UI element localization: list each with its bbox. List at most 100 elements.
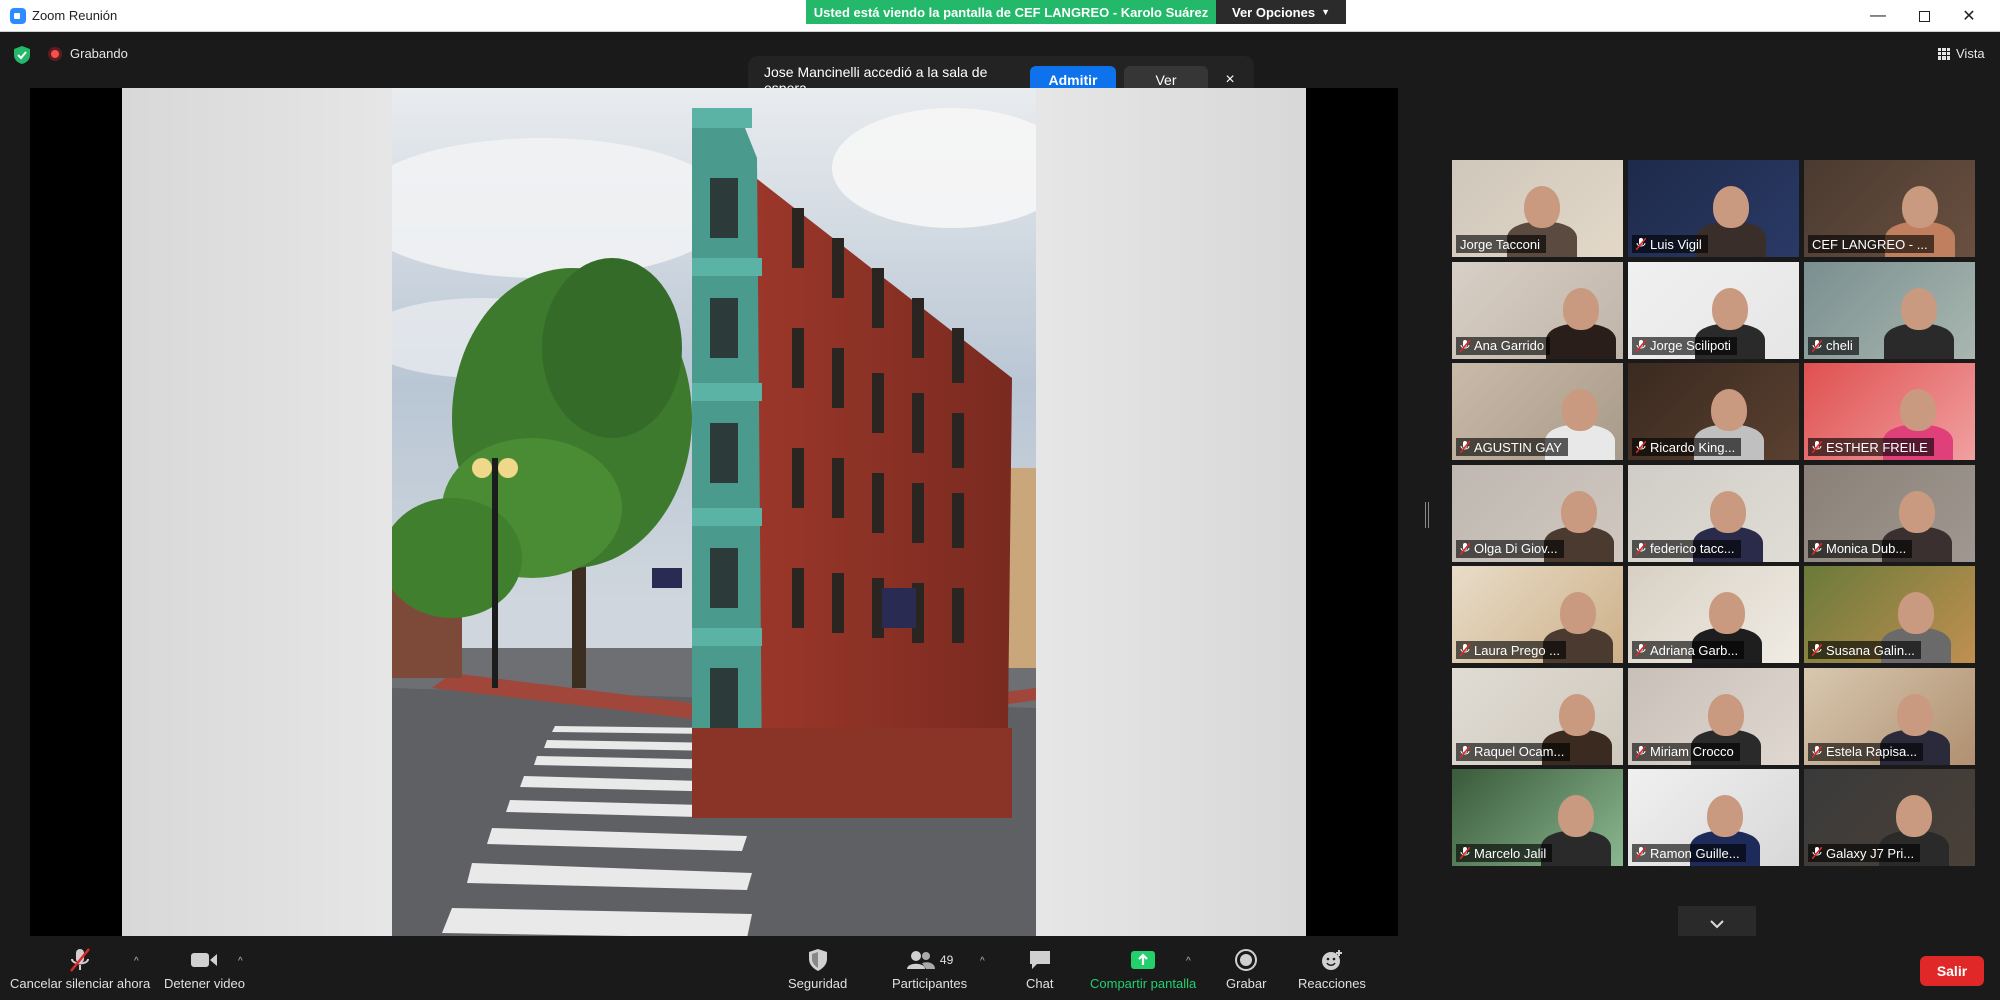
participant-face <box>1713 186 1749 228</box>
participant-face <box>1709 592 1745 634</box>
participant-face <box>1901 287 1937 330</box>
participant-name-label: Luis Vigil <box>1632 235 1708 253</box>
view-label: Vista <box>1956 46 1985 61</box>
microphone-off-icon <box>70 948 91 972</box>
participant-tile[interactable]: Miriam Crocco <box>1628 667 1799 765</box>
microphone-off-icon <box>1811 744 1823 759</box>
participant-face <box>1712 287 1748 330</box>
record-button[interactable]: Grabar <box>1226 946 1266 991</box>
microphone-off-icon <box>1635 643 1647 657</box>
participant-tile[interactable]: Galaxy J7 Pri... <box>1804 769 1975 866</box>
leave-button[interactable]: Salir <box>1920 956 1984 986</box>
participant-tile[interactable]: Adriana Garb... <box>1628 566 1799 663</box>
participant-tile[interactable]: Marcelo Jalil <box>1452 769 1623 866</box>
participant-tile[interactable]: Ramon Guille... <box>1628 769 1799 866</box>
microphone-off-icon <box>1635 744 1647 759</box>
participant-name: Susana Galin... <box>1826 642 1915 658</box>
participant-tile[interactable]: Estela Rapisa... <box>1804 667 1975 765</box>
participant-name-label: Ricardo King... <box>1632 438 1742 456</box>
minimize-icon[interactable]: — <box>1855 0 1901 32</box>
participant-face <box>1524 186 1560 228</box>
participant-tile[interactable]: Susana Galin... <box>1804 566 1975 663</box>
participant-tile[interactable]: AGUSTIN GAY <box>1452 363 1623 460</box>
microphone-off-icon <box>1635 541 1647 556</box>
chat-label: Chat <box>1026 976 1054 991</box>
participant-name-label: Monica Dub... <box>1808 539 1913 558</box>
participant-tile[interactable]: Jorge Tacconi <box>1452 160 1623 257</box>
recording-indicator[interactable]: Grabando <box>48 46 128 61</box>
participant-name: Jorge Tacconi <box>1460 236 1540 252</box>
participant-tile[interactable]: Ricardo King... <box>1628 363 1799 460</box>
shield-check-icon[interactable] <box>14 46 30 64</box>
participant-tile[interactable]: Laura Prego ... <box>1452 566 1623 663</box>
participants-count: 49 <box>939 953 954 967</box>
chevron-down-icon <box>1710 920 1724 929</box>
participant-tile[interactable]: Olga Di Giov... <box>1452 464 1623 562</box>
participant-name-label: Miriam Crocco <box>1632 742 1740 761</box>
share-screen-button[interactable]: Compartir pantalla <box>1090 946 1196 991</box>
participant-name-label: CEF LANGREO - ... <box>1808 235 1934 253</box>
participant-name: Laura Prego ... <box>1474 642 1560 658</box>
participant-tile[interactable]: Ana Garrido <box>1452 261 1623 359</box>
share-screen-label: Compartir pantalla <box>1090 976 1197 991</box>
unmute-button[interactable]: Cancelar silenciar ahora <box>10 946 150 991</box>
grid-icon <box>1938 47 1950 60</box>
participant-name-label: Jorge Scilipoti <box>1632 336 1737 355</box>
microphone-off-icon <box>1635 338 1647 353</box>
participant-face <box>1900 389 1936 431</box>
participant-tile[interactable]: Luis Vigil <box>1628 160 1799 257</box>
participant-name-label: Adriana Garb... <box>1632 641 1745 659</box>
participant-face <box>1558 795 1594 837</box>
participants-label: Participantes <box>892 976 968 991</box>
chat-button[interactable]: Chat <box>1026 946 1053 991</box>
participant-name: Adriana Garb... <box>1650 642 1739 658</box>
participant-name: ESTHER FREILE <box>1826 439 1928 455</box>
participant-name: CEF LANGREO - ... <box>1812 236 1928 252</box>
participant-name: Olga Di Giov... <box>1474 541 1558 556</box>
participant-name-label: cheli <box>1808 336 1859 355</box>
participant-tile[interactable]: Raquel Ocam... <box>1452 667 1623 765</box>
participant-tile[interactable]: Jorge Scilipoti <box>1628 261 1799 359</box>
emoji-smile-icon <box>1321 950 1342 970</box>
zoom-app-icon <box>10 8 26 24</box>
shared-slide <box>122 88 1306 940</box>
participant-name-label: ESTHER FREILE <box>1808 438 1934 456</box>
participant-tile[interactable]: cheli <box>1804 261 1975 359</box>
security-label: Seguridad <box>788 976 848 991</box>
participant-name-label: Ana Garrido <box>1456 336 1551 355</box>
photo-image <box>392 88 1036 940</box>
participant-tile[interactable]: federico tacc... <box>1628 464 1799 562</box>
participant-name: federico tacc... <box>1650 541 1735 556</box>
microphone-off-icon <box>1459 440 1471 454</box>
participant-name-label: Marcelo Jalil <box>1456 844 1553 862</box>
shield-icon <box>808 949 827 971</box>
maximize-icon[interactable] <box>1901 0 1947 32</box>
video-options-caret[interactable]: ^ <box>238 956 243 967</box>
reactions-button[interactable]: Reacciones <box>1298 946 1366 991</box>
view-button[interactable]: Vista <box>1938 46 1985 61</box>
security-button[interactable]: Seguridad <box>788 946 847 991</box>
participants-options-caret[interactable]: ^ <box>980 956 985 967</box>
stop-video-button[interactable]: Detener video <box>164 946 245 991</box>
microphone-off-icon <box>1459 846 1471 860</box>
participant-name-label: Laura Prego ... <box>1456 641 1566 659</box>
screen-share-banner: Usted está viendo la pantalla de CEF LAN… <box>806 0 1216 24</box>
participant-tile[interactable]: ESTHER FREILE <box>1804 363 1975 460</box>
participant-face <box>1561 490 1597 533</box>
view-options-button[interactable]: Ver Opciones ▼ <box>1216 0 1346 24</box>
record-icon <box>1235 949 1258 971</box>
participant-face <box>1710 490 1746 533</box>
panel-resize-handle[interactable] <box>1425 502 1429 528</box>
participant-tile[interactable]: Monica Dub... <box>1804 464 1975 562</box>
share-options-caret[interactable]: ^ <box>1186 956 1191 967</box>
chat-icon <box>1029 951 1050 969</box>
participants-button[interactable]: 49 Participantes <box>892 946 967 991</box>
unmute-label: Cancelar silenciar ahora <box>10 976 151 991</box>
participant-tile[interactable]: CEF LANGREO - ... <box>1804 160 1975 257</box>
participant-name-label: Jorge Tacconi <box>1456 235 1546 253</box>
audio-options-caret[interactable]: ^ <box>134 956 139 967</box>
close-icon[interactable]: ✕ <box>1946 0 1992 32</box>
shared-screen <box>30 88 1398 940</box>
participant-face <box>1562 389 1598 431</box>
participant-name: Monica Dub... <box>1826 541 1907 556</box>
